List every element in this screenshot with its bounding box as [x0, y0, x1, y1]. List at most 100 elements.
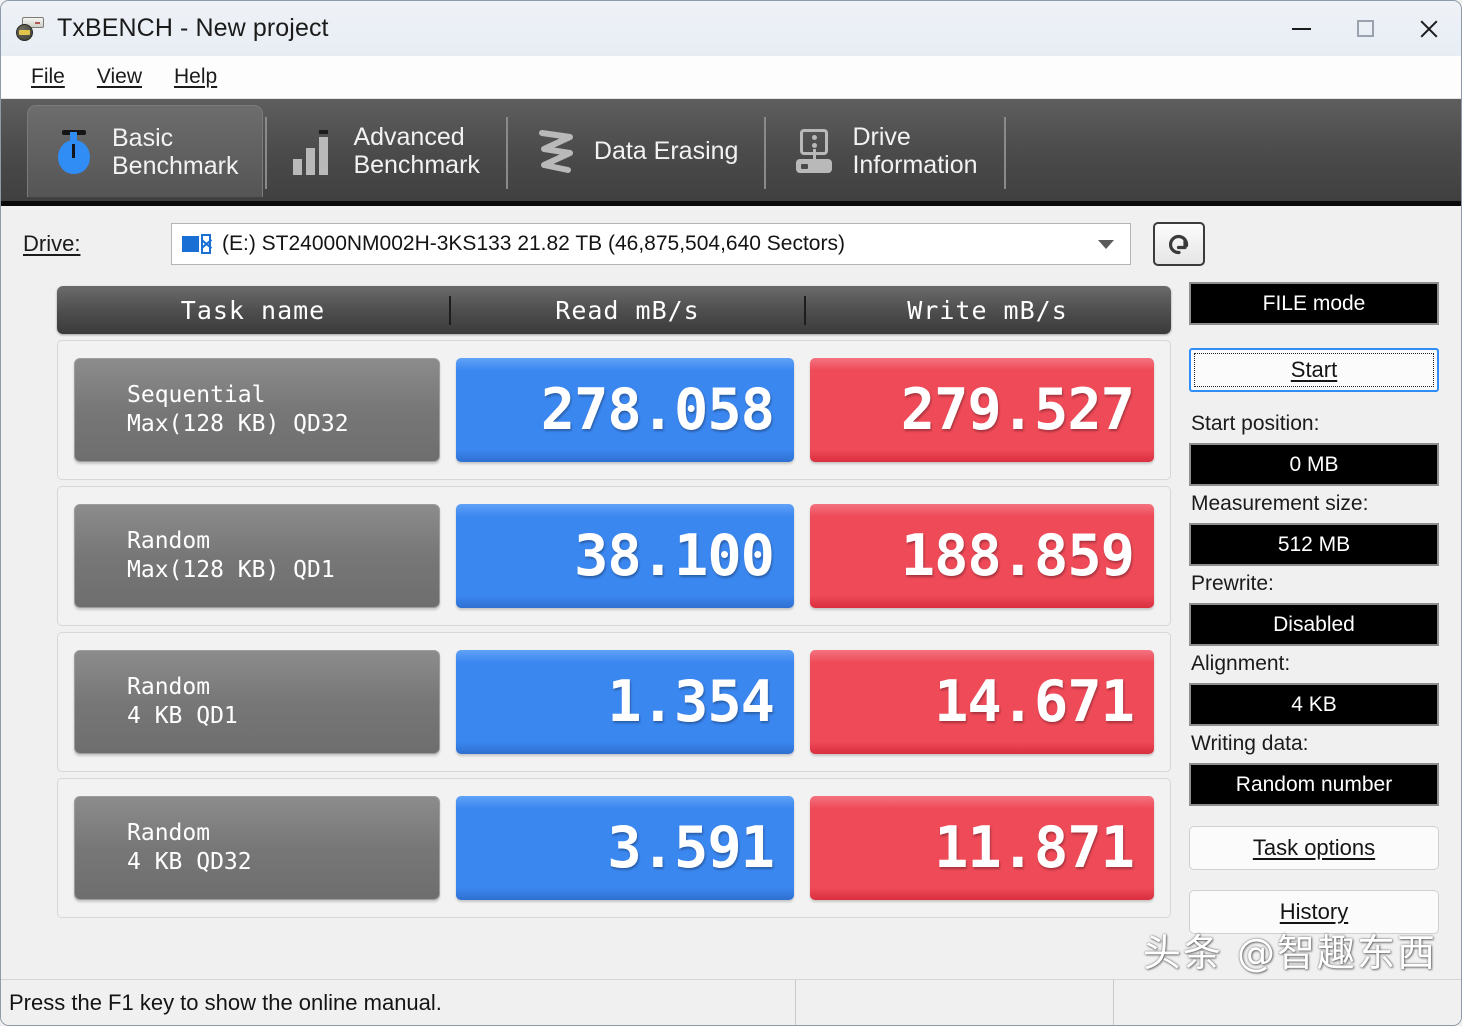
drive-select[interactable]: (E:) ST24000NM002H-3KS133 21.82 TB (46,8… [171, 223, 1131, 265]
tab-divider [265, 117, 268, 189]
benchmark-table: Task name Read mB/s Write mB/s Sequentia… [1, 280, 1171, 979]
txbench-window: TxBENCH - New project File View Help Bas… [0, 0, 1462, 1026]
menu-item-file[interactable]: File [19, 61, 77, 93]
main-content: Drive: (E:) ST24000NM002H-3KS133 21.82 T… [1, 206, 1461, 979]
menu-bar: File View Help [1, 56, 1461, 99]
drive-label: Drive: [23, 231, 171, 257]
task-name-line2: Max(128 KB) QD1 [127, 557, 335, 583]
minimize-icon [1291, 27, 1311, 30]
menu-item-help[interactable]: Help [162, 61, 229, 93]
task-name-cell: Sequential Max(128 KB) QD32 [74, 358, 440, 462]
minimize-button[interactable] [1269, 1, 1333, 56]
window-controls [1269, 1, 1461, 56]
start-button-label: Start [1290, 357, 1338, 382]
prewrite-value[interactable]: Disabled [1189, 603, 1439, 646]
options-sidebar: FILE mode Start Start position: 0 MB Mea… [1171, 280, 1461, 979]
task-name-cell: Random Max(128 KB) QD1 [74, 504, 440, 608]
write-value-cell: 14.671 [810, 650, 1154, 754]
task-name-line1: Random [127, 527, 211, 554]
tab-divider [505, 117, 508, 189]
history-button[interactable]: History [1189, 890, 1439, 934]
table-row[interactable]: Random 4 KB QD1 1.354 14.671 [57, 632, 1171, 772]
start-position-value[interactable]: 0 MB [1189, 443, 1439, 486]
menu-help-label: Help [173, 65, 218, 88]
read-value: 1.354 [607, 669, 775, 735]
table-row[interactable]: Random 4 KB QD32 3.591 11.871 [57, 778, 1171, 918]
tab-drive-information-label: Drive Information [852, 123, 978, 179]
read-value: 278.058 [540, 377, 775, 443]
task-name-line2: 4 KB QD32 [127, 849, 252, 875]
maximize-icon [1356, 20, 1374, 37]
close-icon [1418, 18, 1440, 40]
task-name-line1: Sequential [127, 381, 266, 408]
network-drive-icon [182, 233, 213, 255]
read-value: 3.591 [607, 815, 775, 881]
tab-data-erasing-label: Data Erasing [593, 137, 739, 165]
task-name-cell: Random 4 KB QD1 [74, 650, 440, 754]
write-value: 188.859 [900, 523, 1135, 589]
start-button[interactable]: Start [1189, 348, 1439, 392]
read-value-cell: 3.591 [456, 796, 794, 900]
write-value: 14.671 [934, 669, 1135, 735]
menu-file-label: File [31, 65, 65, 88]
title-bar-left: TxBENCH - New project [1, 14, 329, 43]
column-header-task-name: Task name [180, 295, 326, 325]
drive-stopwatch-icon [15, 15, 45, 43]
read-value: 38.100 [574, 523, 775, 589]
task-options-label: Task options [1252, 835, 1376, 860]
column-header-read: Read mB/s [449, 295, 804, 325]
read-value-cell: 1.354 [456, 650, 794, 754]
writing-data-value[interactable]: Random number [1189, 763, 1439, 806]
maximize-button[interactable] [1333, 1, 1397, 56]
tab-basic-benchmark-label: Basic Benchmark [112, 123, 239, 180]
write-value-cell: 188.859 [810, 504, 1154, 608]
status-pane-tertiary [1114, 980, 1461, 1025]
tab-divider [1003, 117, 1006, 189]
measurement-size-value[interactable]: 512 MB [1189, 523, 1439, 566]
menu-view-label: View [96, 65, 142, 88]
tab-data-erasing[interactable]: Data Erasing [510, 105, 763, 197]
status-pane-secondary [796, 980, 1114, 1025]
drive-select-value: (E:) ST24000NM002H-3KS133 21.82 TB (46,8… [222, 232, 845, 255]
mode-badge[interactable]: FILE mode [1189, 282, 1439, 325]
table-row[interactable]: Random Max(128 KB) QD1 38.100 188.859 [57, 486, 1171, 626]
writing-data-label: Writing data: [1191, 732, 1309, 755]
task-options-button[interactable]: Task options [1189, 826, 1439, 870]
alignment-value[interactable]: 4 KB [1189, 683, 1439, 726]
write-value-cell: 11.871 [810, 796, 1154, 900]
start-position-label: Start position: [1191, 412, 1320, 435]
tab-advanced-benchmark[interactable]: Advanced Benchmark [269, 105, 503, 197]
drive-label-text: Drive: [23, 231, 81, 256]
tab-drive-information[interactable]: Drive Information [768, 105, 1001, 197]
task-name-line1: Random [127, 819, 211, 846]
task-name-line2: 4 KB QD1 [127, 703, 238, 729]
task-name-cell: Random 4 KB QD32 [74, 796, 440, 900]
write-value-cell: 279.527 [810, 358, 1154, 462]
write-value: 279.527 [900, 377, 1135, 443]
history-label: History [1279, 899, 1349, 924]
measurement-size-label: Measurement size: [1191, 492, 1369, 515]
read-value-cell: 278.058 [456, 358, 794, 462]
refresh-button[interactable] [1153, 222, 1205, 266]
column-header-write: Write mB/s [804, 295, 1169, 325]
prewrite-label: Prewrite: [1191, 572, 1274, 595]
window-title: TxBENCH - New project [57, 14, 329, 42]
table-header-row: Task name Read mB/s Write mB/s [57, 286, 1171, 334]
task-name-line2: Max(128 KB) QD32 [127, 411, 349, 437]
drive-info-icon [792, 127, 836, 175]
chevron-down-icon [1098, 239, 1114, 249]
table-row[interactable]: Sequential Max(128 KB) QD32 278.058 279.… [57, 340, 1171, 480]
close-button[interactable] [1397, 1, 1461, 56]
tab-divider [764, 117, 767, 189]
tab-strip: Basic Benchmark Advanced Benchmark Data … [1, 99, 1461, 206]
write-value: 11.871 [934, 815, 1135, 881]
read-value-cell: 38.100 [456, 504, 794, 608]
drive-selector-row: Drive: (E:) ST24000NM002H-3KS133 21.82 T… [1, 206, 1461, 280]
zigzag-erase-icon [534, 127, 578, 175]
stopwatch-icon [52, 128, 96, 176]
refresh-icon [1169, 234, 1189, 255]
menu-item-view[interactable]: View [85, 61, 154, 93]
tab-basic-benchmark[interactable]: Basic Benchmark [27, 105, 264, 197]
bar-chart-icon [293, 127, 337, 175]
